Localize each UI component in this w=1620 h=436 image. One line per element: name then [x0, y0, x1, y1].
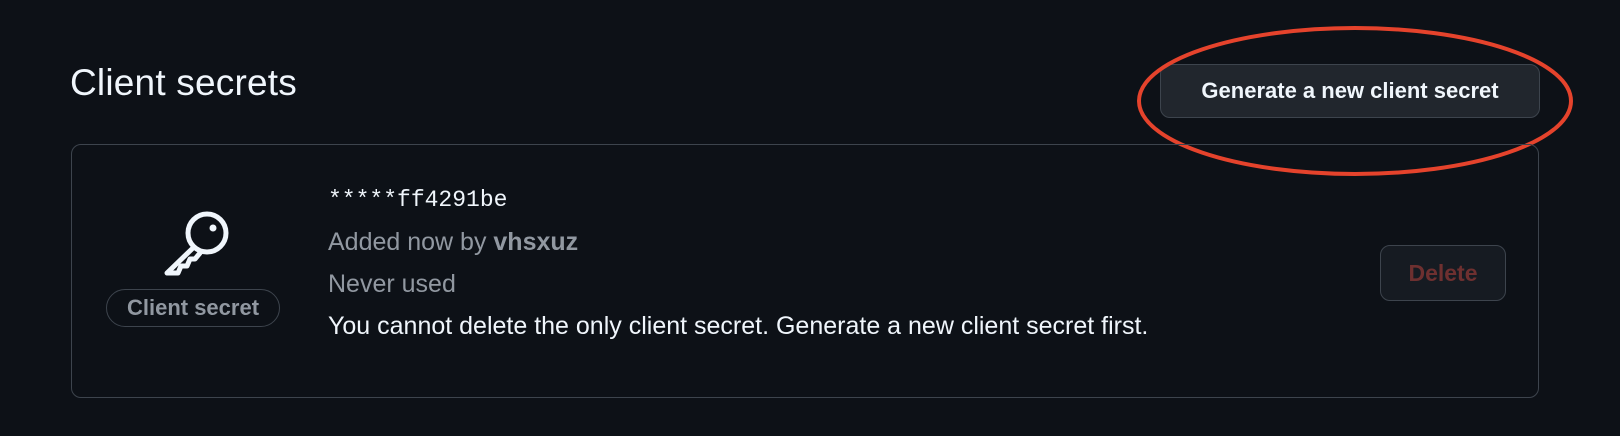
usage-status: Never used — [328, 270, 456, 298]
delete-secret-button[interactable]: Delete — [1380, 245, 1506, 301]
client-secrets-page: Client secrets Generate a new client sec… — [0, 0, 1620, 436]
delete-warning-text: You cannot delete the only client secret… — [328, 312, 1149, 340]
generate-client-secret-button[interactable]: Generate a new client secret — [1160, 64, 1540, 118]
client-secret-card: Client secret *****ff4291be Added now by… — [71, 144, 1539, 398]
key-icon — [164, 211, 229, 276]
added-by-line: Added now by vhsxuz — [328, 227, 1148, 257]
added-by-username: vhsxuz — [493, 228, 579, 256]
page-title: Client secrets — [70, 62, 297, 103]
client-secret-badge: Client secret — [106, 289, 280, 327]
added-prefix: Added now by — [328, 228, 494, 256]
masked-secret-value: *****ff4291be — [328, 187, 508, 213]
secret-details: *****ff4291be Added now by vhsxuz Never … — [328, 185, 1148, 353]
